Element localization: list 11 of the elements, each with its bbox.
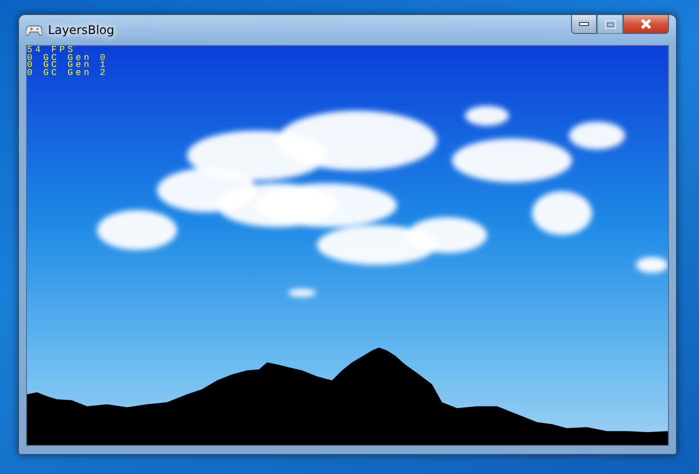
debug-stat-text: 0 GC Gen 2	[27, 70, 108, 77]
minimize-icon	[579, 22, 589, 26]
maximize-icon	[604, 20, 616, 28]
debug-stat-text: 0 GC Gen 1	[27, 62, 108, 70]
minimize-button[interactable]	[571, 15, 597, 34]
window-title: LayersBlog	[48, 23, 114, 37]
debug-stat-text: 0 GC Gen 0	[27, 54, 108, 62]
close-icon	[640, 19, 652, 29]
gamepad-icon	[26, 24, 42, 36]
close-button[interactable]	[623, 15, 669, 34]
debug-stat-text: 54 FPS	[27, 47, 76, 54]
